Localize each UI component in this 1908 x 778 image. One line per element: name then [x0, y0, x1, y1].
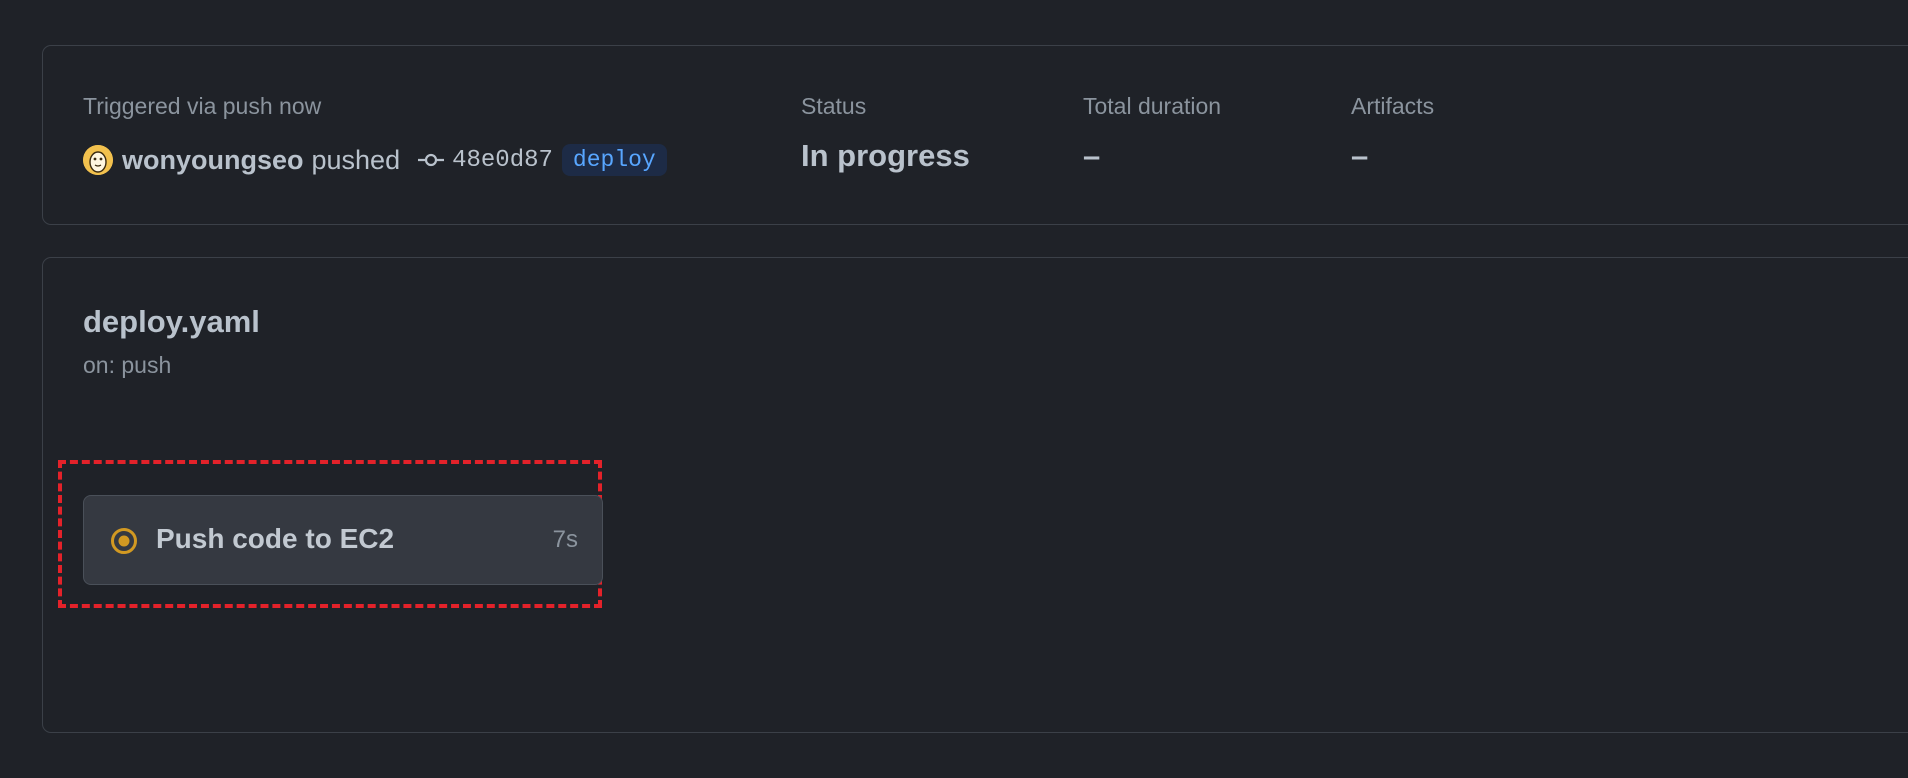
- status-label: Status: [801, 93, 867, 119]
- avatar-image: [83, 145, 113, 175]
- workflow-graph-panel: deploy.yaml on: push Push code to EC2 7s: [42, 257, 1908, 733]
- trigger-label: Triggered via push now: [83, 93, 322, 119]
- job-card-push-code-to-ec2[interactable]: Push code to EC2 7s: [83, 495, 603, 585]
- total-duration-value: –: [1083, 138, 1101, 173]
- push-action-text: pushed: [311, 144, 401, 175]
- job-duration: 7s: [552, 526, 578, 553]
- in-progress-icon: [111, 528, 137, 554]
- status-value: In progress: [801, 138, 970, 173]
- actor-username[interactable]: wonyoungseo: [122, 145, 304, 176]
- avatar[interactable]: [83, 145, 113, 175]
- job-name: Push code to EC2: [156, 523, 395, 554]
- workflow-file-name[interactable]: deploy.yaml: [83, 304, 260, 340]
- git-commit-icon: [418, 152, 445, 168]
- workflow-trigger-event: on: push: [83, 352, 172, 378]
- artifacts-value: –: [1351, 138, 1369, 173]
- branch-badge[interactable]: deploy: [561, 144, 667, 176]
- artifacts-label: Artifacts: [1351, 93, 1435, 119]
- total-duration-label: Total duration: [1083, 93, 1222, 119]
- trigger-details: wonyoungseo pushed 48e0d87 deploy: [83, 140, 667, 180]
- run-summary-panel: Triggered via push now wonyoungseo pushe…: [42, 45, 1908, 225]
- commit-sha-link[interactable]: 48e0d87: [452, 147, 553, 174]
